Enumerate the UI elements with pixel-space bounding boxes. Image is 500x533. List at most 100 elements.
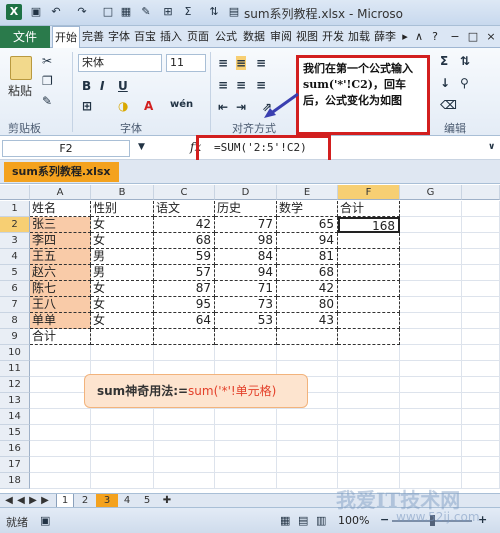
grid-cell[interactable]	[277, 473, 338, 489]
tab-insert[interactable]: 插入	[158, 26, 184, 48]
row-header[interactable]: 8	[0, 313, 30, 329]
sort-filter-icon[interactable]: ⇅	[460, 54, 470, 68]
grid-cell[interactable]	[154, 329, 215, 345]
grid-cell[interactable]	[462, 201, 500, 217]
grid-cell[interactable]	[462, 377, 500, 393]
grid-cell[interactable]	[215, 409, 277, 425]
cut-icon[interactable]: ✂	[42, 54, 52, 68]
grid-cell[interactable]: 合计	[338, 201, 400, 217]
zoom-level[interactable]: 100%	[338, 514, 369, 527]
minimize-ribbon-icon[interactable]: ∧	[412, 26, 426, 48]
grid-cell[interactable]	[91, 345, 154, 361]
grid-cell[interactable]	[338, 345, 400, 361]
row-header[interactable]: 7	[0, 297, 30, 313]
italic-button[interactable]: I	[100, 79, 104, 93]
grid-cell[interactable]: 女	[91, 233, 154, 249]
grid-cell[interactable]	[400, 249, 462, 265]
font-color-button[interactable]: A	[144, 99, 153, 113]
grid-cell[interactable]: 77	[215, 217, 277, 233]
grid-cell[interactable]	[400, 281, 462, 297]
grid-cell[interactable]: 张三	[30, 217, 91, 233]
sheet-tab-5[interactable]: 5	[138, 494, 156, 508]
grid-cell[interactable]	[338, 361, 400, 377]
sheet-tab-4[interactable]: 4	[118, 494, 136, 508]
find-icon[interactable]: ⚲	[460, 76, 469, 90]
grid-cell[interactable]	[215, 329, 277, 345]
grid-cell[interactable]	[30, 377, 91, 393]
grid-cell[interactable]	[338, 313, 400, 329]
grid-cell[interactable]	[338, 281, 400, 297]
window-restore-icon[interactable]: □	[466, 26, 480, 48]
grid-cell[interactable]	[338, 249, 400, 265]
grid-cell[interactable]	[277, 441, 338, 457]
tab-xueli[interactable]: 薛李	[372, 26, 398, 48]
grid-cell[interactable]	[338, 393, 400, 409]
row-header[interactable]: 11	[0, 361, 30, 377]
tab-file[interactable]: 文件	[0, 26, 50, 48]
grid-cell[interactable]	[91, 409, 154, 425]
grid-cell[interactable]	[154, 409, 215, 425]
row-header[interactable]: 9	[0, 329, 30, 345]
page-break-icon[interactable]: ▥	[316, 514, 326, 527]
grid-cell[interactable]	[400, 377, 462, 393]
phonetic-button[interactable]: wén	[170, 99, 193, 110]
grid-cell[interactable]	[338, 297, 400, 313]
grid-cell[interactable]: 73	[215, 297, 277, 313]
tab-home[interactable]: 开始	[52, 26, 80, 49]
grid-cell[interactable]: 数学	[277, 201, 338, 217]
tab-tools[interactable]: 百宝	[132, 26, 158, 48]
grid-cell[interactable]	[462, 345, 500, 361]
align-left-icon[interactable]: ≡	[218, 78, 228, 92]
table-icon[interactable]: ⊞	[160, 4, 176, 20]
grid-cell[interactable]	[154, 473, 215, 489]
tab-improve[interactable]: 完善	[80, 26, 106, 48]
sheet-tab-2[interactable]: 2	[76, 494, 94, 508]
grid-cell[interactable]: 李四	[30, 233, 91, 249]
row-header[interactable]: 10	[0, 345, 30, 361]
font-name-select[interactable]: 宋体	[78, 54, 162, 72]
grid-cell[interactable]	[400, 217, 462, 233]
column-header[interactable]: E	[277, 185, 338, 200]
text-icon[interactable]: ▤	[226, 4, 242, 20]
grid-cell[interactable]	[462, 441, 500, 457]
format-painter-icon[interactable]: ✎	[42, 94, 52, 108]
excel-logo-icon[interactable]: X	[6, 4, 22, 20]
grid-cell[interactable]	[400, 457, 462, 473]
grid-cell[interactable]: 53	[215, 313, 277, 329]
grid-cell[interactable]	[400, 345, 462, 361]
grid-cell[interactable]	[400, 265, 462, 281]
grid-cell[interactable]	[462, 313, 500, 329]
grid-cell[interactable]: 64	[154, 313, 215, 329]
grid-cell[interactable]	[462, 249, 500, 265]
grid-cell[interactable]	[400, 409, 462, 425]
grid-cell[interactable]	[400, 201, 462, 217]
format-painter-icon[interactable]: ✎	[138, 4, 154, 20]
sort-icon[interactable]: ⇅	[206, 4, 222, 20]
grid-cell[interactable]: 女	[91, 297, 154, 313]
grid-cell[interactable]	[277, 345, 338, 361]
grid-cell[interactable]	[338, 409, 400, 425]
grid-cell[interactable]: 性别	[91, 201, 154, 217]
column-header[interactable]	[462, 185, 500, 200]
copy-icon[interactable]: ❐	[42, 74, 53, 88]
grid-cell[interactable]: 94	[215, 265, 277, 281]
grid-cell[interactable]	[30, 473, 91, 489]
align-center-icon[interactable]: ≡	[236, 78, 246, 92]
help-icon[interactable]: ?	[428, 26, 442, 48]
grid-cell[interactable]	[338, 377, 400, 393]
fill-icon[interactable]: ↓	[440, 76, 450, 90]
grid-cell[interactable]	[400, 441, 462, 457]
increase-indent-icon[interactable]: ⇥	[236, 100, 246, 114]
column-header[interactable]: C	[154, 185, 215, 200]
grid-cell[interactable]	[30, 361, 91, 377]
grid-cell[interactable]: 42	[277, 281, 338, 297]
decrease-indent-icon[interactable]: ⇤	[218, 100, 228, 114]
page-layout-icon[interactable]: ▤	[298, 514, 308, 527]
grid-cell[interactable]: 女	[91, 217, 154, 233]
column-header-selected[interactable]: F	[338, 185, 400, 200]
tab-addins[interactable]: 加载	[346, 26, 372, 48]
grid-cell[interactable]	[462, 457, 500, 473]
grid-cell[interactable]	[338, 457, 400, 473]
namebox-dropdown-icon[interactable]: ▼	[138, 142, 145, 152]
grid-cell[interactable]: 59	[154, 249, 215, 265]
